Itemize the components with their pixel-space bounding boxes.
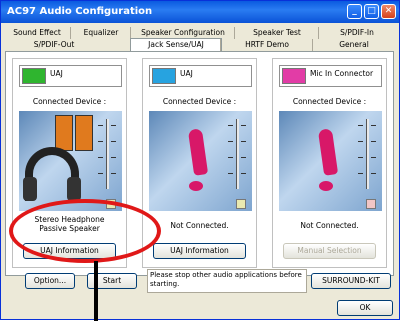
volume-slider[interactable] xyxy=(226,119,248,201)
connected-device-label: Connected Device : xyxy=(292,97,367,106)
device-image xyxy=(149,111,252,211)
exclamation-icon xyxy=(317,128,339,176)
jack-group-3: Mic In Connector Connected Device : Not … xyxy=(272,58,387,268)
jack-group-2: UAJ Connected Device : Not Connected. UA… xyxy=(142,58,257,268)
manual-selection-button[interactable]: Manual Selection xyxy=(283,243,376,259)
tab-spdif-out[interactable]: S/PDIF-Out xyxy=(4,39,104,51)
jack-label: UAJ xyxy=(180,69,193,78)
device-status: Not Connected. xyxy=(300,221,359,230)
minimize-button[interactable]: _ xyxy=(347,4,362,19)
option-button[interactable]: Option... xyxy=(25,273,75,289)
exclamation-icon xyxy=(187,128,209,176)
tab-spdif-in[interactable]: S/PDIF-In xyxy=(318,27,395,39)
exclamation-dot xyxy=(189,181,203,191)
mic-jack-icon xyxy=(282,68,306,84)
surround-kit-button[interactable]: SURROUND-KIT xyxy=(311,273,391,289)
mute-speaker-icon[interactable] xyxy=(366,199,376,209)
device-status: Stereo Headphone Passive Speaker xyxy=(34,215,105,233)
close-button[interactable]: ✕ xyxy=(381,4,396,19)
jack-indicator: Mic In Connector xyxy=(279,65,382,87)
volume-slider[interactable] xyxy=(96,119,118,201)
ok-button[interactable]: OK xyxy=(337,300,393,316)
headphone-cup-right xyxy=(67,177,81,201)
tab-general[interactable]: General xyxy=(312,39,395,51)
jack-group-1: UAJ Connected Device : Stereo Headphone xyxy=(12,58,127,268)
volume-speaker-icon[interactable] xyxy=(106,199,116,209)
jack-label: UAJ xyxy=(50,69,63,78)
title-bar[interactable]: AC97 Audio Configuration _ □ ✕ xyxy=(1,1,399,23)
volume-slider[interactable] xyxy=(356,119,378,201)
device-status: Not Connected. xyxy=(170,221,229,230)
jack-indicator: UAJ xyxy=(149,65,252,87)
maximize-button[interactable]: □ xyxy=(364,4,379,19)
connected-device-label: Connected Device : xyxy=(162,97,237,106)
jack-sense-panel: UAJ Connected Device : Stereo Headphone xyxy=(5,51,394,276)
speaker-left-icon xyxy=(55,115,73,151)
volume-speaker-icon[interactable] xyxy=(236,199,246,209)
jack-out-icon xyxy=(22,68,46,84)
connected-device-label: Connected Device : xyxy=(32,97,107,106)
tab-sound-effect[interactable]: Sound Effect xyxy=(4,27,70,39)
device-image xyxy=(279,111,382,211)
tab-equalizer[interactable]: Equalizer xyxy=(70,27,131,39)
uaj-information-button[interactable]: UAJ Information xyxy=(153,243,246,259)
uaj-information-button[interactable]: UAJ Information xyxy=(23,243,116,259)
exclamation-dot xyxy=(319,181,333,191)
window-title: AC97 Audio Configuration xyxy=(7,6,153,17)
jack-in-icon xyxy=(152,68,176,84)
tab-jack-sense-uaj[interactable]: Jack Sense/UAJ xyxy=(130,38,222,52)
tab-hrtf-demo[interactable]: HRTF Demo xyxy=(220,39,313,51)
status-message: Please stop other audio applications bef… xyxy=(147,269,307,293)
callout-line xyxy=(94,261,98,321)
headphone-cup-left xyxy=(23,177,37,201)
device-image xyxy=(19,111,122,211)
jack-label: Mic In Connector xyxy=(310,69,374,78)
tab-row-2: S/PDIF-Out Jack Sense/UAJ HRTF Demo Gene… xyxy=(4,38,396,52)
speaker-right-icon xyxy=(75,115,93,151)
audio-config-window: AC97 Audio Configuration _ □ ✕ Sound Eff… xyxy=(0,0,400,321)
jack-indicator: UAJ xyxy=(19,65,122,87)
tab-speaker-test[interactable]: Speaker Test xyxy=(234,27,319,39)
